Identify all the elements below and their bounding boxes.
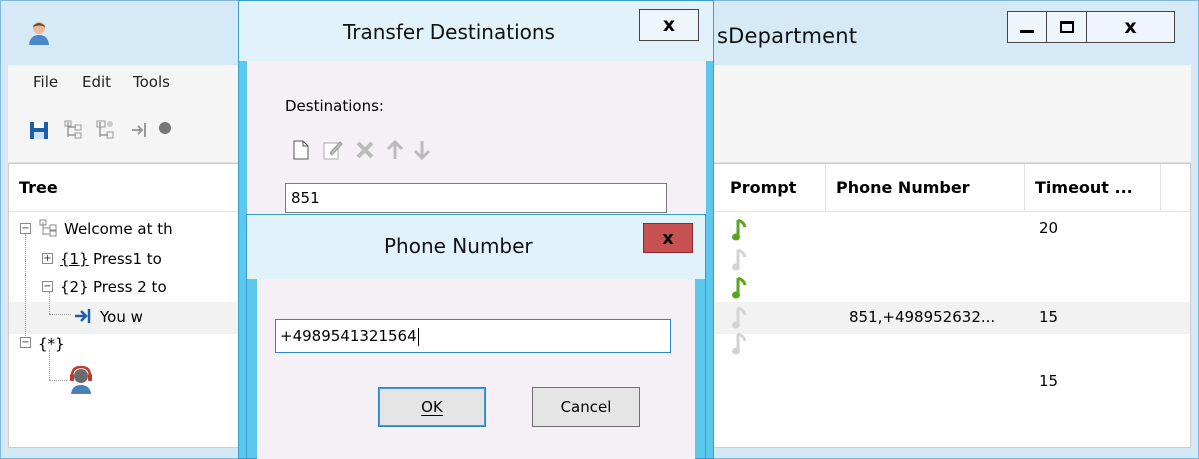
minimize-icon bbox=[1020, 30, 1034, 33]
tree-connector bbox=[25, 274, 26, 346]
close-icon: x bbox=[662, 227, 674, 249]
menu-edit[interactable]: Edit bbox=[82, 73, 111, 91]
column-header-prompt[interactable]: Prompt bbox=[720, 164, 826, 212]
column-header-timeout[interactable]: Timeout ... bbox=[1025, 164, 1161, 212]
collapse-icon[interactable]: − bbox=[20, 337, 31, 348]
phone-dialog-body: +4989541321564 OK Cancel bbox=[257, 279, 695, 459]
phone-number-dialog: Phone Number x +4989541321564 OK Cancel bbox=[246, 214, 706, 459]
tree-item-label: Press1 to bbox=[93, 250, 162, 268]
destination-list-item[interactable]: 851 bbox=[285, 183, 667, 213]
save-icon[interactable] bbox=[28, 119, 50, 141]
collapse-icon[interactable]: − bbox=[42, 281, 53, 292]
user-avatar-icon bbox=[29, 22, 49, 45]
tree-item-key: {2} bbox=[60, 278, 89, 296]
maximize-button[interactable] bbox=[1047, 11, 1087, 43]
prompt-inactive-icon bbox=[732, 306, 747, 329]
transfer-icon[interactable] bbox=[129, 119, 151, 141]
maximize-icon bbox=[1059, 21, 1074, 33]
cancel-button[interactable]: Cancel bbox=[532, 387, 640, 427]
phone-number-input[interactable]: +4989541321564 bbox=[275, 319, 671, 353]
transfer-icon bbox=[75, 309, 91, 323]
close-icon: x bbox=[1124, 16, 1137, 38]
move-down-icon[interactable] bbox=[411, 139, 433, 161]
expand-icon[interactable]: + bbox=[42, 253, 53, 264]
cancel-button-label: Cancel bbox=[560, 398, 612, 416]
timeout-cell: 15 bbox=[1039, 372, 1059, 390]
tree-connector bbox=[49, 292, 50, 314]
tree-connector bbox=[25, 234, 26, 260]
ivr-menu-icon bbox=[39, 219, 57, 237]
tree-connector bbox=[49, 314, 71, 315]
close-icon: x bbox=[662, 14, 676, 36]
tree-item-label: Welcome at th bbox=[64, 220, 173, 238]
transfer-dialog-close-button[interactable]: x bbox=[639, 9, 699, 41]
minimize-button[interactable] bbox=[1007, 11, 1047, 43]
text-caret bbox=[417, 327, 419, 346]
phone-dialog-titlebar: Phone Number x bbox=[247, 215, 705, 279]
timeout-cell: 15 bbox=[1039, 308, 1059, 326]
timeout-cell: 20 bbox=[1039, 219, 1059, 237]
close-button[interactable]: x bbox=[1087, 11, 1175, 43]
tree-item-key: {1} bbox=[60, 250, 89, 268]
phone-number-cell: 851,+498952632... bbox=[849, 308, 996, 326]
main-window-title: sDepartment bbox=[717, 24, 858, 48]
column-header-tree[interactable]: Tree bbox=[9, 164, 239, 212]
transfer-dialog-titlebar: Transfer Destinations x bbox=[239, 1, 713, 61]
tree-item-key: {*} bbox=[38, 335, 65, 353]
ok-button[interactable]: OK bbox=[378, 387, 486, 427]
edit-icon[interactable] bbox=[322, 139, 344, 161]
destinations-label: Destinations: bbox=[285, 97, 384, 115]
tree-item-label: You w bbox=[100, 308, 143, 326]
move-up-icon[interactable] bbox=[384, 139, 406, 161]
agent-headset-icon bbox=[70, 366, 92, 394]
tree-node-icon[interactable] bbox=[62, 119, 84, 141]
prompt-active-icon bbox=[732, 276, 747, 299]
transfer-dialog-title: Transfer Destinations bbox=[343, 20, 555, 44]
delete-icon[interactable] bbox=[354, 139, 376, 161]
phone-dialog-close-button[interactable]: x bbox=[643, 223, 693, 253]
prompt-inactive-icon bbox=[732, 332, 747, 355]
tree-item-label: Press 2 to bbox=[93, 278, 167, 296]
new-document-icon[interactable] bbox=[290, 139, 312, 161]
tree-connector bbox=[49, 350, 50, 380]
tree-connector bbox=[49, 380, 67, 381]
collapse-icon[interactable]: − bbox=[20, 223, 31, 234]
menu-file[interactable]: File bbox=[33, 73, 58, 91]
tree-add-icon[interactable] bbox=[94, 119, 116, 141]
prompt-inactive-icon bbox=[732, 248, 747, 271]
prompt-active-icon bbox=[732, 218, 747, 241]
phone-dialog-title: Phone Number bbox=[384, 234, 533, 258]
agent-icon[interactable] bbox=[154, 119, 176, 141]
phone-number-value: +4989541321564 bbox=[280, 327, 417, 345]
menu-tools[interactable]: Tools bbox=[133, 73, 170, 91]
ok-button-label: OK bbox=[421, 398, 443, 416]
column-header-phone-number[interactable]: Phone Number bbox=[826, 164, 1025, 212]
